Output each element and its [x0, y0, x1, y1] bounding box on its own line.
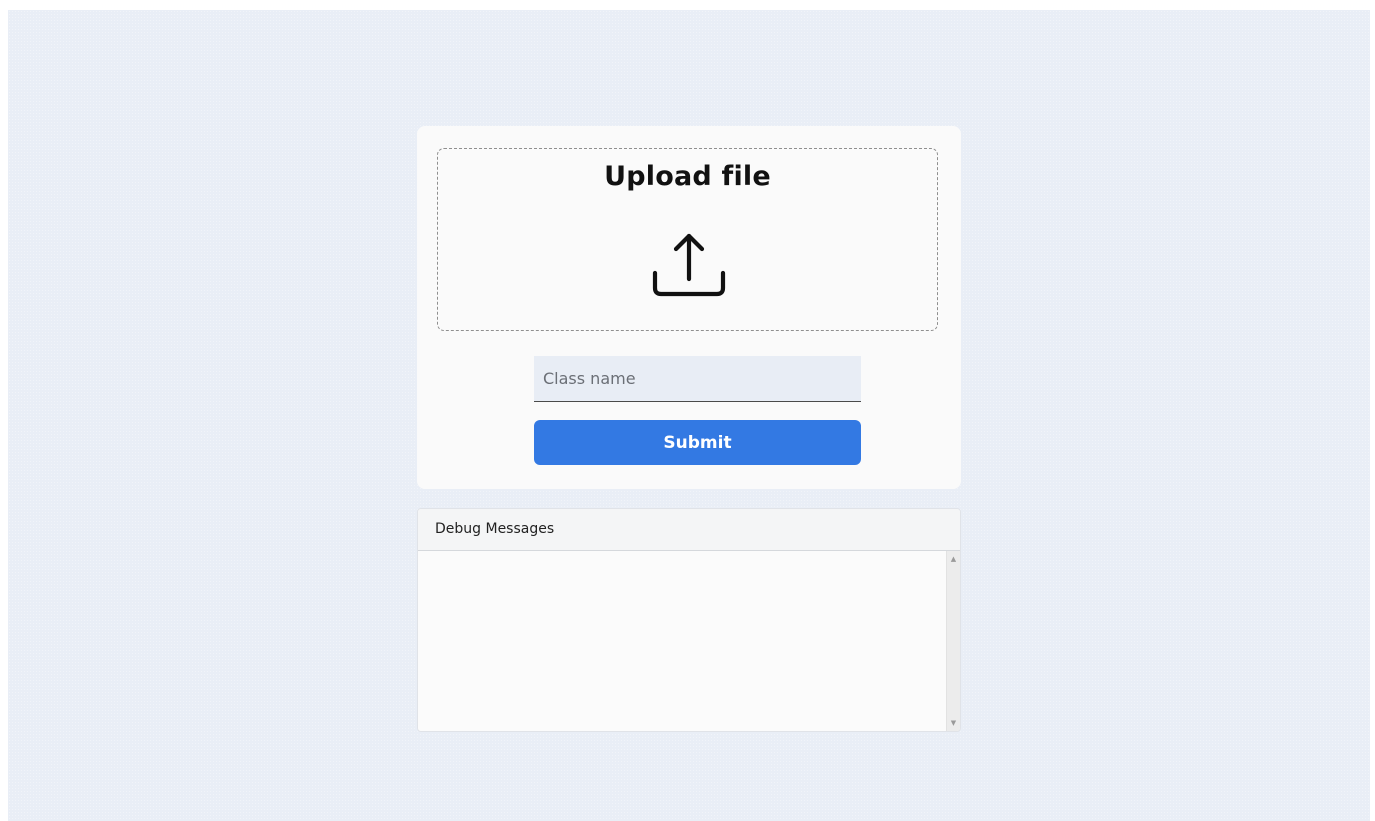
scroll-up-icon[interactable]: ▲ — [947, 553, 960, 565]
scroll-down-icon[interactable]: ▼ — [947, 717, 960, 729]
upload-title: Upload file — [604, 161, 771, 192]
submit-button[interactable]: Submit — [534, 420, 861, 465]
upload-icon — [652, 233, 726, 297]
debug-scrollbar[interactable]: ▲ ▼ — [946, 551, 960, 731]
debug-panel: Debug Messages ▲ ▼ — [417, 508, 961, 732]
debug-messages-area[interactable] — [418, 551, 946, 731]
class-name-input[interactable] — [534, 356, 861, 402]
file-dropzone[interactable]: Upload file — [437, 148, 938, 331]
upload-card: Upload file Submit — [417, 126, 961, 489]
debug-header: Debug Messages — [418, 509, 960, 551]
app-background: Upload file Submit Debug Messages ▲ ▼ — [8, 10, 1370, 821]
